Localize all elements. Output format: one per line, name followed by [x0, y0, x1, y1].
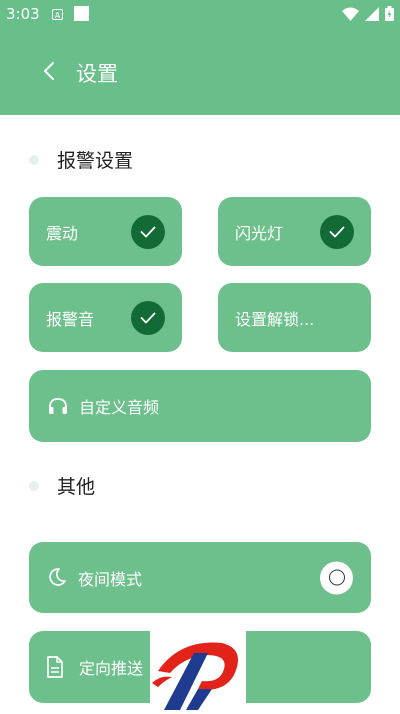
signal-icon: [365, 6, 379, 21]
watermark-logo: [150, 631, 246, 710]
check-icon: [131, 214, 165, 249]
custom-audio-button[interactable]: 自定义音频: [29, 370, 371, 442]
alarm-sound-toggle[interactable]: 报警音: [29, 283, 182, 352]
headphones-icon: [49, 398, 67, 414]
back-arrow-icon[interactable]: [38, 60, 60, 82]
vibrate-label: 震动: [46, 223, 79, 243]
unlock-settings-label: 设置解锁...: [235, 309, 315, 329]
check-icon: [320, 214, 354, 249]
custom-audio-label: 自定义音频: [79, 398, 160, 417]
section-other: 其他: [29, 472, 95, 499]
night-mode-label: 夜间模式: [78, 569, 143, 589]
directed-push-label: 定向推送: [79, 659, 144, 678]
page-title: 设置: [76, 62, 118, 86]
night-mode-toggle[interactable]: 夜间模式: [29, 542, 371, 613]
section-title-other: 其他: [57, 476, 96, 498]
section-dot-icon: [29, 154, 39, 165]
section-alarm-settings: 报警设置: [29, 146, 133, 173]
unlock-settings-button[interactable]: 设置解锁...: [218, 283, 371, 352]
battery-icon: [385, 6, 394, 21]
alarm-sound-label: 报警音: [46, 309, 95, 329]
flashlight-toggle[interactable]: 闪光灯: [218, 197, 371, 266]
status-time: 3:03: [6, 5, 40, 23]
section-dot-icon: [29, 480, 39, 491]
notification-square-icon: [74, 6, 89, 21]
vibrate-toggle[interactable]: 震动: [29, 197, 182, 266]
radio-ring-icon: [328, 569, 345, 586]
flashlight-label: 闪光灯: [235, 223, 284, 243]
app-bar: [0, 30, 400, 115]
night-mode-radio[interactable]: [320, 561, 353, 594]
section-title-alarm: 报警设置: [57, 150, 134, 172]
wifi-icon: [342, 7, 359, 21]
moon-icon: [49, 568, 66, 586]
status-bar: 3:03 A: [0, 0, 400, 30]
check-icon: [131, 300, 165, 335]
notification-a-icon: A: [52, 9, 63, 20]
document-icon: [47, 656, 63, 678]
